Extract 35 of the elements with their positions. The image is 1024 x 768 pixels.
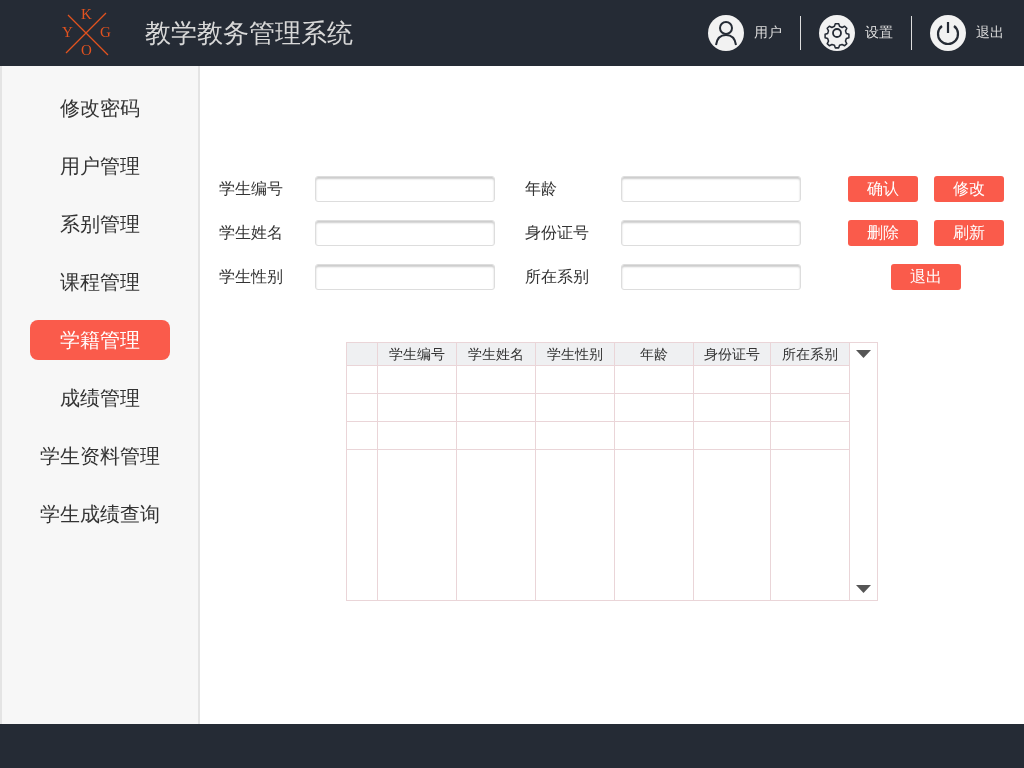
sidebar-item[interactable]: 课程管理 xyxy=(30,262,170,302)
field-label: 学生性别 xyxy=(219,266,284,288)
column-header: 学生姓名 xyxy=(457,343,536,366)
column-header: 身份证号 xyxy=(694,343,771,366)
column-header: 年龄 xyxy=(615,343,694,366)
app-title: 教学教务管理系统 xyxy=(145,16,354,50)
sidebar-item[interactable]: 学生资料管理 xyxy=(30,436,170,476)
sidebar-item[interactable]: 用户管理 xyxy=(30,146,170,186)
input-field[interactable] xyxy=(315,220,495,246)
sidebar-item[interactable]: 修改密码 xyxy=(30,88,170,128)
column-header: 学生性别 xyxy=(536,343,615,366)
column-header: 学生编号 xyxy=(378,343,457,366)
logo-drawing: K Y G O xyxy=(61,7,112,59)
user-icon[interactable] xyxy=(708,15,744,51)
caret-icon[interactable] xyxy=(856,350,871,358)
field-label: 所在系别 xyxy=(525,266,590,288)
input-field[interactable] xyxy=(621,220,801,246)
field-label: 年龄 xyxy=(525,178,558,200)
header-link[interactable]: 退出 xyxy=(976,24,1004,42)
field-label: 学生编号 xyxy=(219,178,284,200)
sidebar-item[interactable]: 成绩管理 xyxy=(30,378,170,418)
input-field[interactable] xyxy=(621,264,801,290)
sidebar-item[interactable]: 学生成绩查询 xyxy=(30,494,170,534)
power-icon[interactable] xyxy=(930,15,966,51)
header-link[interactable]: 用户 xyxy=(754,24,782,42)
input-field[interactable] xyxy=(621,176,801,202)
input-field[interactable] xyxy=(315,176,495,202)
sidebar-item[interactable]: 系别管理 xyxy=(30,204,170,244)
input-field[interactable] xyxy=(315,264,495,290)
caret-icon[interactable] xyxy=(856,585,871,593)
field-label: 学生姓名 xyxy=(219,222,284,244)
settings-icon[interactable] xyxy=(819,15,855,51)
field-label: 身份证号 xyxy=(525,222,590,244)
header-link[interactable]: 设置 xyxy=(865,24,893,42)
column-header: 所在系别 xyxy=(771,343,850,366)
